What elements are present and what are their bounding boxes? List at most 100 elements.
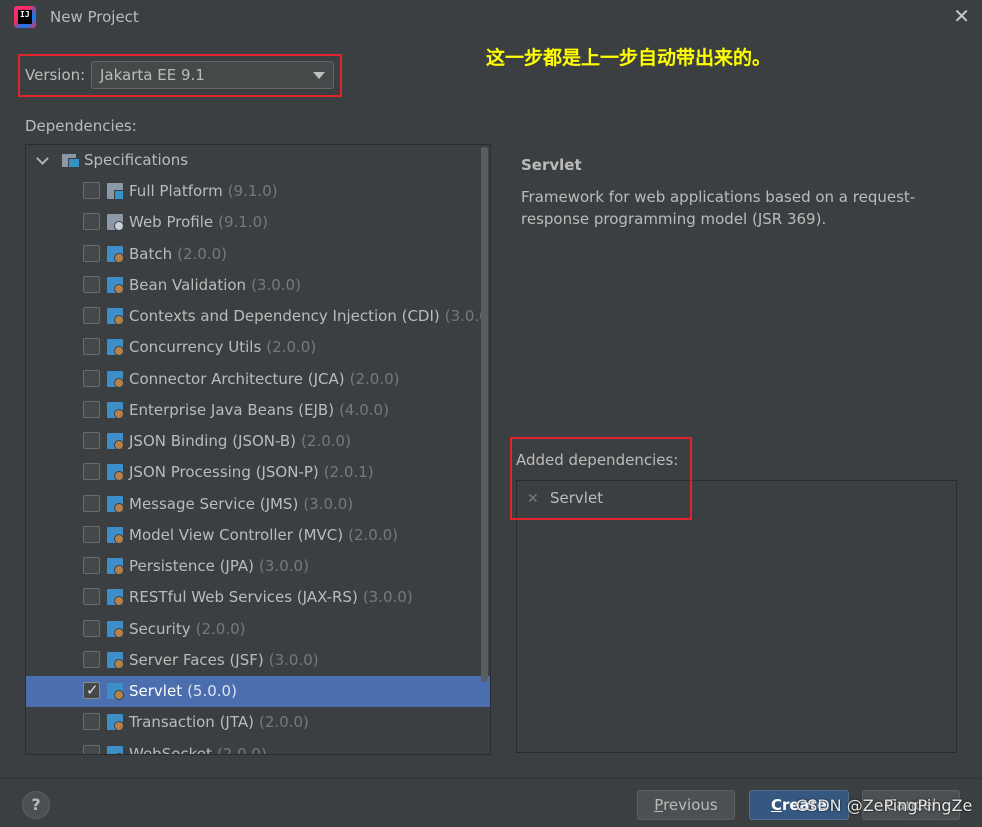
tree-row-dependency[interactable]: Enterprise Java Beans (EJB) (4.0.0) xyxy=(26,395,490,426)
dependency-name: RESTful Web Services (JAX-RS) xyxy=(129,588,358,607)
dependency-version: (2.0.0) xyxy=(349,369,400,388)
dependency-version: (2.0.1) xyxy=(323,463,374,482)
tree-row-dependency[interactable]: Bean Validation (3.0.0) xyxy=(26,270,490,301)
dependency-label: Full Platform (9.1.0) xyxy=(129,182,278,200)
dependency-name: Servlet xyxy=(129,682,183,700)
spec-icon xyxy=(107,370,124,388)
dependency-version: (9.1.0) xyxy=(218,213,268,232)
dependency-version: (5.0.0) xyxy=(187,682,237,700)
dependency-name: Server Faces (JSF) xyxy=(129,650,264,669)
dependency-checkbox[interactable] xyxy=(83,244,100,262)
dependency-checkbox[interactable] xyxy=(83,432,100,449)
tree-row-dependency[interactable]: JSON Processing (JSON-P) (2.0.1) xyxy=(26,457,490,488)
dependency-checkbox[interactable] xyxy=(83,744,100,754)
dependency-checkbox[interactable] xyxy=(83,525,100,543)
tree-row-dependency[interactable]: ✓ Servlet (5.0.0) xyxy=(26,676,490,707)
dependency-label: Persistence (JPA) (3.0.0) xyxy=(129,557,309,575)
grid-icon xyxy=(107,183,124,200)
dependency-version: (4.0.0) xyxy=(339,400,389,419)
previous-button[interactable]: Previous xyxy=(637,790,735,820)
tree-row-dependency[interactable]: Security (2.0.0) xyxy=(26,614,490,645)
dependency-label: JSON Binding (JSON-B) (2.0.0) xyxy=(129,432,351,450)
title-bar: IJ New Project ✕ xyxy=(0,0,982,34)
dependency-checkbox[interactable] xyxy=(83,650,100,668)
window-title: New Project xyxy=(50,8,139,26)
dependencies-tree[interactable]: Specifications Full Platform (9.1.0) Web P… xyxy=(25,144,491,755)
version-select[interactable]: Jakarta EE 9.1 xyxy=(91,61,334,89)
dependency-checkbox[interactable] xyxy=(83,557,100,574)
dependency-label: Message Service (JMS) (3.0.0) xyxy=(129,495,353,513)
dependency-label: Bean Validation (3.0.0) xyxy=(129,276,301,294)
dependency-label: Security (2.0.0) xyxy=(129,620,245,638)
close-icon[interactable]: ✕ xyxy=(953,4,970,28)
dependency-label: RESTful Web Services (JAX-RS) (3.0.0) xyxy=(129,588,413,606)
dependency-checkbox[interactable] xyxy=(83,307,100,324)
dependency-checkbox[interactable] xyxy=(83,213,100,231)
tree-row-dependency[interactable]: Persistence (JPA) (3.0.0) xyxy=(26,551,490,582)
dependency-version: (2.0.0) xyxy=(301,432,351,450)
tree-row-dependency[interactable]: Model View Controller (MVC) (2.0.0) xyxy=(26,520,490,551)
spec-icon xyxy=(107,339,124,357)
spec-icon xyxy=(107,683,124,700)
spec-icon xyxy=(107,245,124,263)
dependency-checkbox[interactable] xyxy=(83,713,100,731)
globe-icon xyxy=(107,214,124,232)
dependency-version: (2.0.0) xyxy=(177,244,227,263)
dependency-version: (3.0.0) xyxy=(251,275,301,294)
dependency-name: Enterprise Java Beans (EJB) xyxy=(129,400,335,419)
dependency-label: Enterprise Java Beans (EJB) (4.0.0) xyxy=(129,401,389,419)
tree-row-dependency[interactable]: Contexts and Dependency Injection (CDI)(… xyxy=(26,301,490,332)
added-dependencies-panel: ✕ Servlet xyxy=(516,480,957,753)
tree-row-dependency[interactable]: Web Profile (9.1.0) xyxy=(26,207,490,238)
dependency-checkbox[interactable]: ✓ xyxy=(83,681,100,699)
checkmark-icon: ✓ xyxy=(86,681,99,699)
tree-row-dependency[interactable]: Connector Architecture (JCA) (2.0.0) xyxy=(26,364,490,395)
dependency-checkbox[interactable] xyxy=(83,182,100,199)
category-label: Specifications xyxy=(84,151,189,169)
tree-row-dependency[interactable]: Full Platform (9.1.0) xyxy=(26,176,490,207)
tree-row-dependency[interactable]: Transaction (JTA) (2.0.0) xyxy=(26,707,490,738)
spec-icon xyxy=(107,714,124,732)
dependency-version: (2.0.0) xyxy=(195,619,246,638)
spec-icon xyxy=(107,745,124,754)
tree-category-specifications[interactable]: Specifications xyxy=(26,145,490,176)
detail-title: Servlet xyxy=(521,156,582,174)
remove-icon[interactable]: ✕ xyxy=(527,491,539,507)
dependency-name: Message Service (JMS) xyxy=(129,494,299,513)
dependency-label: Contexts and Dependency Injection (CDI)(… xyxy=(129,307,490,325)
spec-icon xyxy=(107,433,124,450)
spec-icon xyxy=(107,558,124,575)
spec-icon xyxy=(107,526,124,544)
spec-icon xyxy=(107,620,124,638)
dependency-checkbox[interactable] xyxy=(83,588,100,606)
help-button[interactable]: ? xyxy=(22,791,50,819)
dependency-name: Transaction (JTA) xyxy=(129,713,254,732)
version-selected-value: Jakarta EE 9.1 xyxy=(100,66,205,84)
tree-row-dependency[interactable]: Batch (2.0.0) xyxy=(26,239,490,270)
annotation-text: 这一步都是上一步自动带出来的。 xyxy=(486,47,772,69)
scrollbar-thumb[interactable] xyxy=(481,147,488,682)
dependency-checkbox[interactable] xyxy=(83,494,100,512)
added-dependency-name: Servlet xyxy=(550,489,604,507)
dependency-checkbox[interactable] xyxy=(83,619,100,637)
chevron-down-icon[interactable] xyxy=(36,152,49,165)
tree-row-dependency[interactable]: WebSocket (2.0.0) xyxy=(26,739,490,755)
chevron-down-icon xyxy=(313,72,325,79)
dependency-version: (2.0.0) xyxy=(348,525,398,544)
dependency-name: Model View Controller (MVC) xyxy=(129,525,344,544)
tree-row-dependency[interactable]: Server Faces (JSF) (3.0.0) xyxy=(26,645,490,676)
dependency-checkbox[interactable] xyxy=(83,463,100,481)
dependency-checkbox[interactable] xyxy=(83,338,100,356)
dependency-name: Concurrency Utils xyxy=(129,338,262,357)
tree-row-dependency[interactable]: RESTful Web Services (JAX-RS) (3.0.0) xyxy=(26,582,490,613)
dependency-name: Full Platform xyxy=(129,182,223,200)
dependencies-label: Dependencies: xyxy=(25,117,137,135)
dependency-name: Contexts and Dependency Injection (CDI) xyxy=(129,307,440,325)
dependency-checkbox[interactable] xyxy=(83,369,100,387)
tree-row-dependency[interactable]: Message Service (JMS) (3.0.0) xyxy=(26,489,490,520)
dependency-label: WebSocket (2.0.0) xyxy=(129,745,267,755)
tree-row-dependency[interactable]: Concurrency Utils (2.0.0) xyxy=(26,332,490,363)
tree-row-dependency[interactable]: JSON Binding (JSON-B) (2.0.0) xyxy=(26,426,490,457)
dependency-checkbox[interactable] xyxy=(83,275,100,293)
dependency-checkbox[interactable] xyxy=(83,400,100,418)
